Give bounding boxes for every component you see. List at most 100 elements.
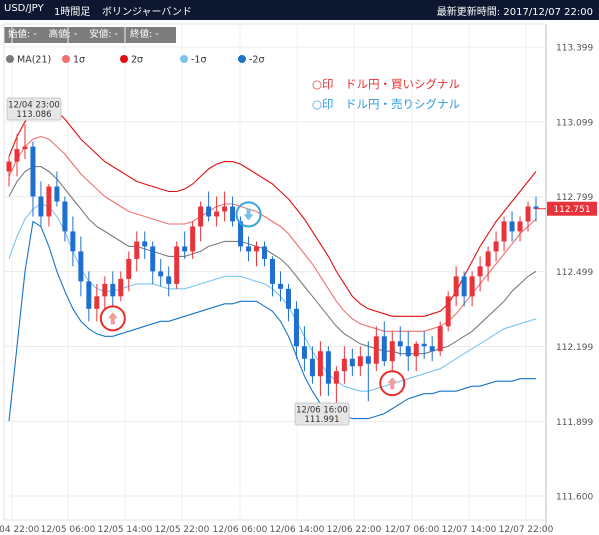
legend-label: MA(21) <box>17 55 51 66</box>
y-tick-label: 113.399 <box>556 44 593 54</box>
candle-body <box>453 276 459 297</box>
candle <box>230 196 236 227</box>
candle <box>453 266 459 307</box>
sell-signal-note: ○印 ドル円・売りシグナル <box>312 97 460 111</box>
y-tick-label: 112.499 <box>556 268 593 278</box>
candle-body <box>78 251 84 282</box>
candle <box>198 201 204 242</box>
candle-body <box>461 276 467 297</box>
candle-body <box>381 336 387 362</box>
candle <box>493 231 499 262</box>
candle <box>38 181 44 227</box>
legend-item: MA(21) <box>6 55 51 66</box>
candle <box>150 241 156 284</box>
candle-body <box>413 343 419 357</box>
legend-label: -2σ <box>249 55 265 66</box>
legend-swatch <box>62 55 70 63</box>
candle-body <box>102 283 108 297</box>
candle <box>70 216 76 267</box>
candle <box>357 346 363 377</box>
candle-body <box>214 211 220 217</box>
candle-body <box>309 358 315 377</box>
candle <box>469 271 475 307</box>
candle-body <box>142 241 148 247</box>
candle-body <box>222 206 228 212</box>
candle-body <box>70 231 76 252</box>
candle-body <box>405 346 411 357</box>
candle-body <box>477 266 483 277</box>
candle <box>309 346 315 384</box>
candle-body <box>421 343 427 347</box>
candle-body <box>349 358 355 367</box>
candle-body <box>158 271 164 277</box>
candle-body <box>493 241 499 252</box>
candle <box>6 156 12 187</box>
x-tick-label: 12/05 22:00 <box>155 525 210 535</box>
buy-signal-note: ○印 ドル円・買いシグナル <box>312 77 460 91</box>
candle <box>317 341 323 397</box>
candle <box>421 331 427 359</box>
candle-body <box>301 346 307 359</box>
candle-body <box>62 201 68 232</box>
candle-body <box>357 356 363 367</box>
candle-body <box>166 276 172 284</box>
callout-price: 111.991 <box>304 415 339 425</box>
x-tick-label: 12/05 14:00 <box>98 525 153 535</box>
y-tick-label: 112.199 <box>556 343 593 353</box>
legend-swatch <box>180 55 188 63</box>
low-callout: 12/06 16:00111.991 <box>294 402 350 426</box>
legend-label: 1σ <box>73 55 85 66</box>
candle-body <box>365 356 371 364</box>
callout-time: 12/04 23:00 <box>8 101 60 111</box>
candle-body <box>469 276 475 297</box>
candle-body <box>277 283 283 289</box>
x-tick-label: 12/06 06:00 <box>213 525 268 535</box>
candle-body <box>429 346 435 352</box>
candle-body <box>373 336 379 364</box>
candle-body <box>30 146 36 197</box>
candle <box>285 283 291 322</box>
candle <box>166 266 172 297</box>
legend-item: -1σ <box>180 55 207 66</box>
candle-body <box>525 206 531 222</box>
candle <box>341 346 347 384</box>
candle <box>381 321 387 367</box>
candle-body <box>445 296 451 327</box>
candle <box>254 241 260 267</box>
current-price-label: 112.751 <box>553 205 590 215</box>
candle <box>118 271 124 302</box>
candle-body <box>254 246 260 252</box>
candle-body <box>190 226 196 252</box>
candle <box>102 276 108 309</box>
candle <box>437 321 443 357</box>
candle <box>429 336 435 362</box>
candle <box>134 231 140 272</box>
candle-body <box>174 246 180 284</box>
legend-swatch <box>238 55 246 63</box>
legend-label: 2σ <box>131 55 143 66</box>
up-arrow-icon <box>387 377 398 390</box>
candle <box>333 366 339 409</box>
up-arrow-icon <box>107 312 118 325</box>
candle <box>365 341 371 402</box>
candle <box>214 196 220 227</box>
y-tick-label: 111.899 <box>556 418 593 428</box>
candle <box>222 191 228 222</box>
candle-body <box>38 196 44 217</box>
candle-body <box>389 341 395 362</box>
candle-body <box>285 288 291 309</box>
candle-body <box>397 341 403 347</box>
callout-price: 113.086 <box>16 110 51 120</box>
legend-swatch <box>120 55 128 63</box>
candle-body <box>437 326 443 352</box>
callout-time: 12/06 16:00 <box>296 406 348 416</box>
candle <box>22 124 28 160</box>
candle-body <box>262 246 268 259</box>
candle <box>182 231 188 259</box>
minus-2sigma-line <box>8 220 536 422</box>
candle-body <box>86 281 92 309</box>
legend-item: -2σ <box>238 55 265 66</box>
candle-body <box>182 246 188 252</box>
candle-body <box>198 206 204 227</box>
candle-body <box>485 251 491 267</box>
